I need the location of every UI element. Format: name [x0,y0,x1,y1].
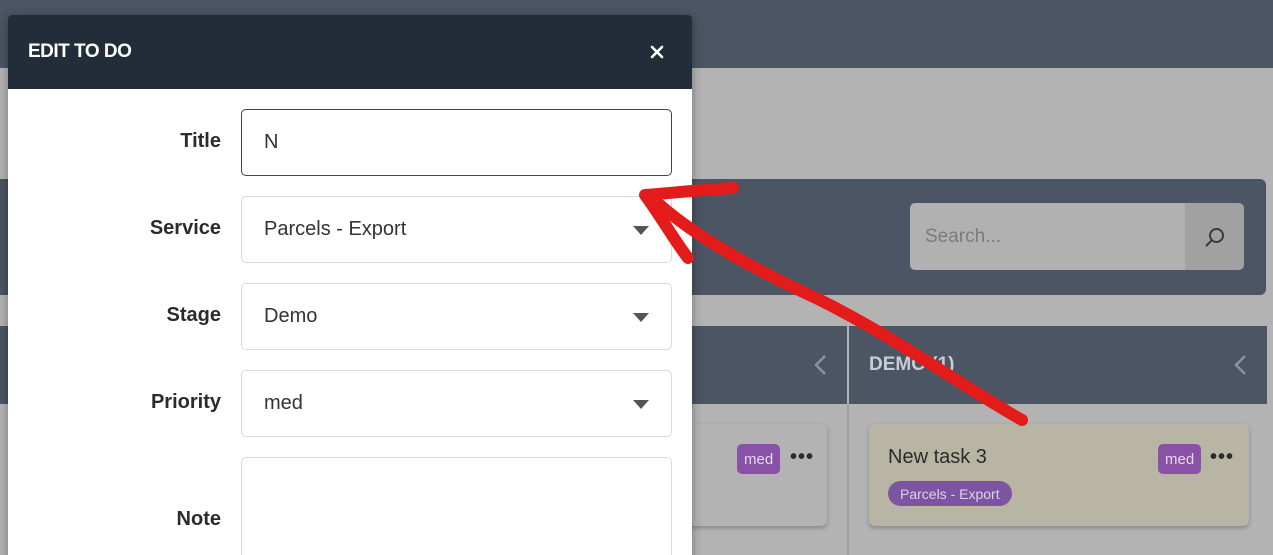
search-icon [1205,227,1224,246]
stage-select[interactable]: Demo [241,283,672,350]
priority-badge: med [1158,444,1202,474]
search-input[interactable] [910,203,1185,270]
priority-label: Priority [150,391,221,413]
priority-badge: med [737,444,781,474]
service-label: Service [149,217,221,239]
edit-todo-modal: EDIT TO DO Title Service Parcels - Expor… [8,15,692,555]
priority-value: med [264,392,303,414]
service-select[interactable]: Parcels - Export [241,196,672,263]
chevron-left-icon[interactable] [1229,352,1253,378]
priority-select[interactable]: med [241,370,672,437]
stage-label: Stage [166,304,221,326]
note-textarea[interactable] [241,457,672,555]
chevron-left-icon[interactable] [809,352,833,378]
column-header-demo: DEMO (1) [849,326,1267,404]
close-button[interactable] [642,37,672,67]
close-icon [650,45,664,59]
task-title: New task 3 [888,446,987,468]
caret-down-icon [633,400,649,409]
caret-down-icon [633,313,649,322]
search-button[interactable] [1185,203,1244,270]
title-input[interactable] [264,131,649,154]
column-title: DEMO (1) [869,354,955,375]
modal-header: EDIT TO DO [8,15,692,89]
service-tag: Parcels - Export [888,481,1012,506]
more-options-icon[interactable]: ••• [1210,446,1234,469]
search-bar [910,203,1244,270]
stage-value: Demo [264,305,318,327]
more-options-icon[interactable]: ••• [790,446,814,469]
note-label: Note [176,508,221,530]
service-value: Parcels - Export [264,218,407,240]
task-card-new-task-3[interactable]: New task 3 med ••• Parcels - Export [869,424,1249,526]
title-field[interactable] [241,109,672,176]
column-divider [847,404,849,555]
title-label: Title [180,130,221,152]
modal-title: EDIT TO DO [28,41,132,62]
caret-down-icon [633,226,649,235]
